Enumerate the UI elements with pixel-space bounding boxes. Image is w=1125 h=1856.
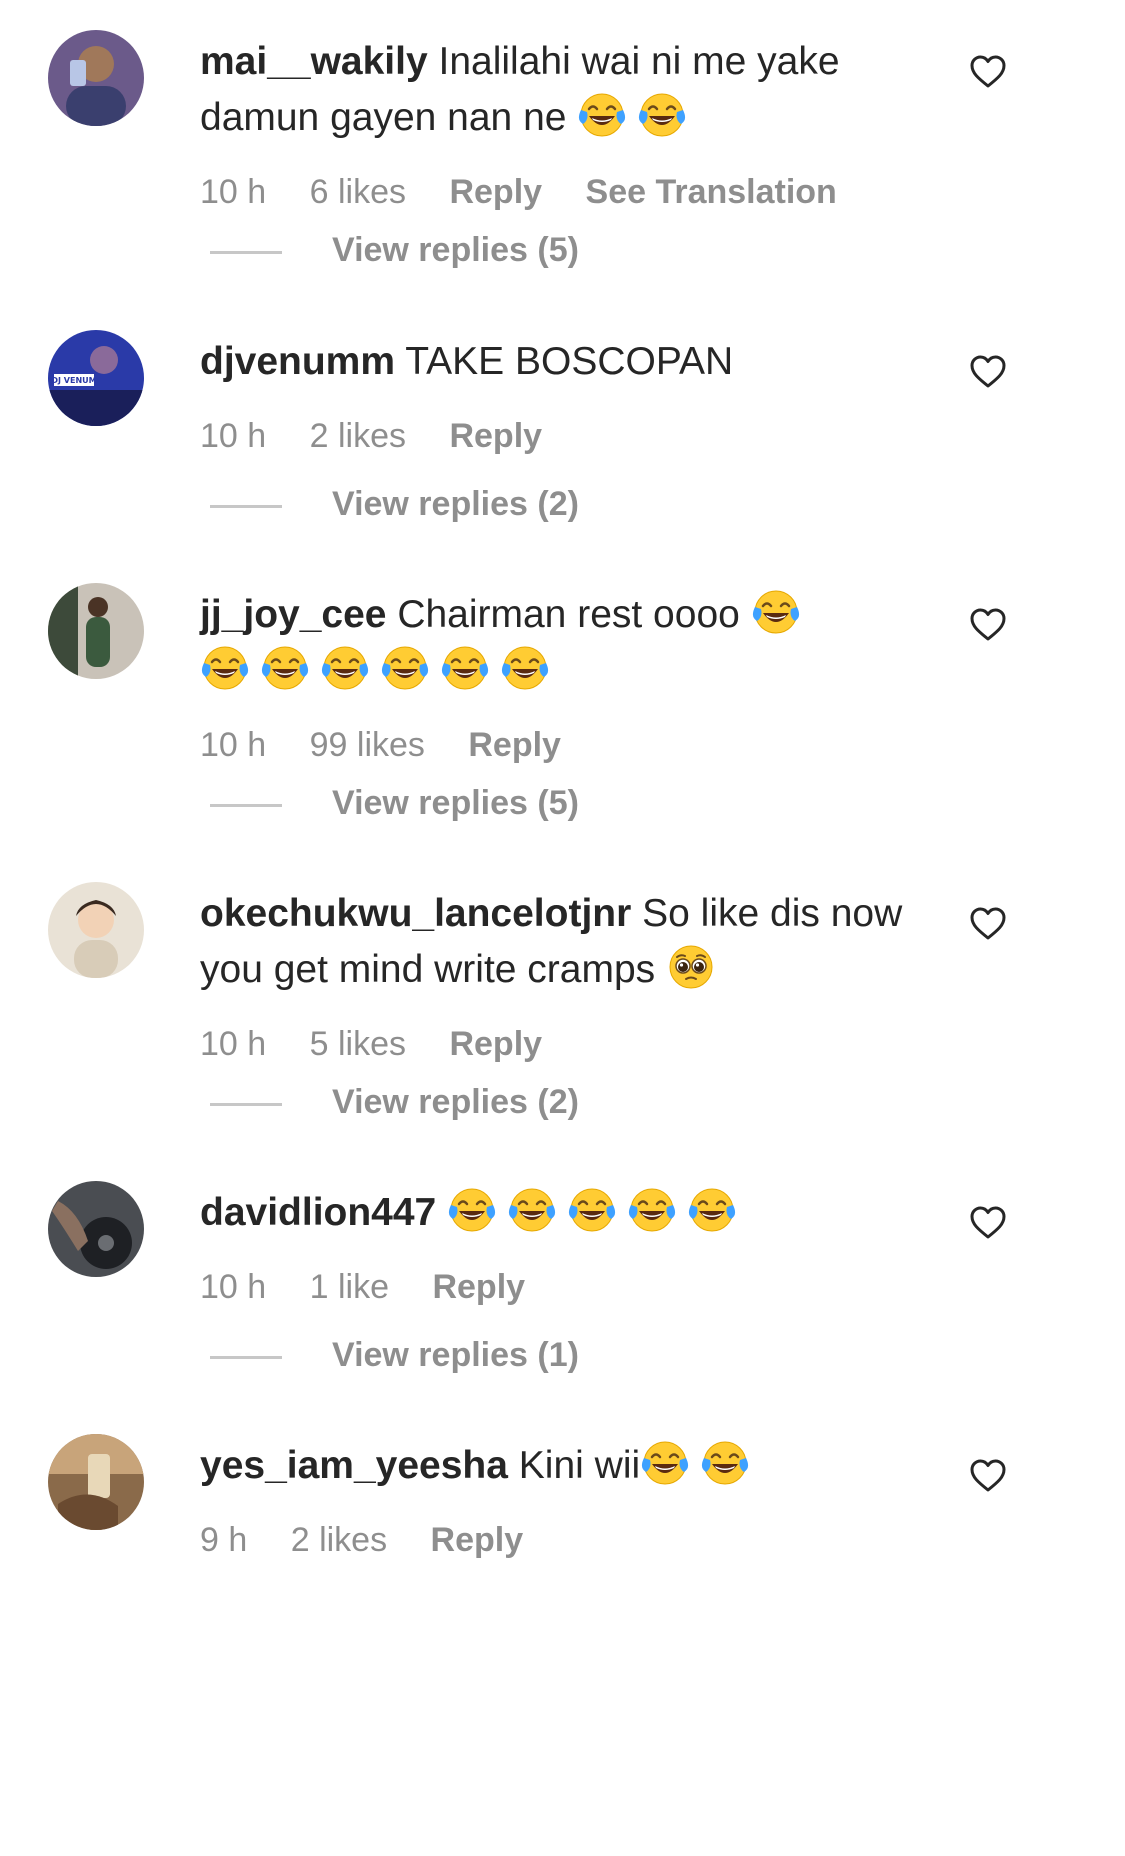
comment-likes[interactable]: 6 likes [310,172,406,212]
replies-divider [210,504,282,508]
tears-of-joy-icon [577,90,627,140]
comment-message: Kini wii [518,1444,641,1487]
avatar[interactable] [48,1434,144,1530]
avatar-badge: DJ VENUM [51,376,96,385]
avatar[interactable] [48,30,144,126]
comment-text: mai__wakily Inalilahi wai ni me yake dam… [200,34,920,146]
view-replies-button[interactable]: View replies (5) [210,230,579,270]
view-replies-button[interactable]: View replies (2) [210,1082,579,1122]
tears-of-joy-icon [637,90,687,140]
comment-likes[interactable]: 2 likes [310,416,406,456]
heart-outline-icon[interactable] [968,605,1008,645]
reply-button[interactable]: Reply [468,725,561,765]
comment-text: jj_joy_cee Chairman rest oooo [200,587,920,699]
pleading-face-icon [666,942,716,992]
reply-button[interactable]: Reply [432,1267,525,1307]
tears-of-joy-icon [640,1438,690,1488]
tears-of-joy-icon [751,587,801,637]
comment-username[interactable]: mai__wakily [200,40,428,83]
view-replies-label: View replies (5) [332,231,579,269]
heart-outline-icon[interactable] [968,1456,1008,1496]
comment-meta: 10 h 5 likes Reply [200,1024,920,1064]
comment-username[interactable]: yes_iam_yeesha [200,1444,508,1487]
comment-text: djvenumm TAKE BOSCOPAN [200,334,920,390]
avatar[interactable] [48,583,144,679]
comment-meta: 9 h 2 likes Reply [200,1520,920,1560]
view-replies-label: View replies (5) [332,784,579,822]
heart-outline-icon[interactable] [968,52,1008,92]
comment-time: 9 h [200,1521,248,1559]
avatar[interactable]: DJ VENUM [48,330,144,426]
replies-divider [210,1355,282,1359]
view-replies-label: View replies (2) [332,485,579,523]
heart-outline-icon[interactable] [968,1203,1008,1243]
comment-body: davidlion447 10 h 1 like Reply [200,1185,920,1307]
view-replies-label: View replies (2) [332,1083,579,1121]
tears-of-joy-icon [320,643,370,693]
comment-text: davidlion447 [200,1185,920,1241]
comment-likes[interactable]: 1 like [310,1267,389,1307]
replies-divider [210,1102,282,1106]
comment-likes[interactable]: 5 likes [310,1024,406,1064]
tears-of-joy-icon [627,1185,677,1235]
comment-body: djvenumm TAKE BOSCOPAN 10 h 2 likes Repl… [200,334,920,456]
heart-outline-icon[interactable] [968,352,1008,392]
comment-message: TAKE BOSCOPAN [405,340,734,383]
comment-time: 10 h [200,417,267,455]
tears-of-joy-icon [507,1185,557,1235]
reply-button[interactable]: Reply [449,1024,542,1064]
view-replies-button[interactable]: View replies (2) [210,484,579,524]
tears-of-joy-icon [447,1185,497,1235]
comment-username[interactable]: djvenumm [200,340,395,383]
comment-time: 10 h [200,1268,267,1306]
comment-meta: 10 h 99 likes Reply [200,725,920,765]
view-replies-label: View replies (1) [332,1336,579,1374]
comment-text: yes_iam_yeesha Kini wii [200,1438,920,1494]
comment-body: mai__wakily Inalilahi wai ni me yake dam… [200,34,920,212]
reply-button[interactable]: Reply [449,172,542,212]
tears-of-joy-icon [380,643,430,693]
comment-message: Chairman rest oooo [397,593,740,636]
tears-of-joy-icon [440,643,490,693]
tears-of-joy-icon [687,1185,737,1235]
view-replies-button[interactable]: View replies (5) [210,783,579,823]
comment-meta: 10 h 6 likes Reply See Translation [200,172,920,212]
comment-time: 10 h [200,726,267,764]
comment-meta: 10 h 1 like Reply [200,1267,920,1307]
tears-of-joy-icon [260,643,310,693]
replies-divider [210,250,282,254]
comment-text: okechukwu_lancelotjnr So like dis now yo… [200,886,920,998]
comment-username[interactable]: davidlion447 [200,1191,436,1234]
tears-of-joy-icon [500,643,550,693]
comment-likes[interactable]: 99 likes [310,725,425,765]
comment-body: yes_iam_yeesha Kini wii 9 h 2 likes Repl… [200,1438,920,1560]
comment-username[interactable]: jj_joy_cee [200,593,386,636]
comment-body: jj_joy_cee Chairman rest oooo 10 h 99 li… [200,587,920,765]
tears-of-joy-icon [700,1438,750,1488]
comment-body: okechukwu_lancelotjnr So like dis now yo… [200,886,920,1064]
see-translation-button[interactable]: See Translation [586,172,837,212]
comment-username[interactable]: okechukwu_lancelotjnr [200,892,631,935]
avatar[interactable] [48,1181,144,1277]
tears-of-joy-icon [200,643,250,693]
avatar[interactable] [48,882,144,978]
comment-time: 10 h [200,173,267,211]
comment-meta: 10 h 2 likes Reply [200,416,920,456]
comment-time: 10 h [200,1025,267,1063]
replies-divider [210,803,282,807]
heart-outline-icon[interactable] [968,904,1008,944]
view-replies-button[interactable]: View replies (1) [210,1335,579,1375]
comment-likes[interactable]: 2 likes [291,1520,387,1560]
reply-button[interactable]: Reply [449,416,542,456]
tears-of-joy-icon [567,1185,617,1235]
reply-button[interactable]: Reply [431,1520,524,1560]
